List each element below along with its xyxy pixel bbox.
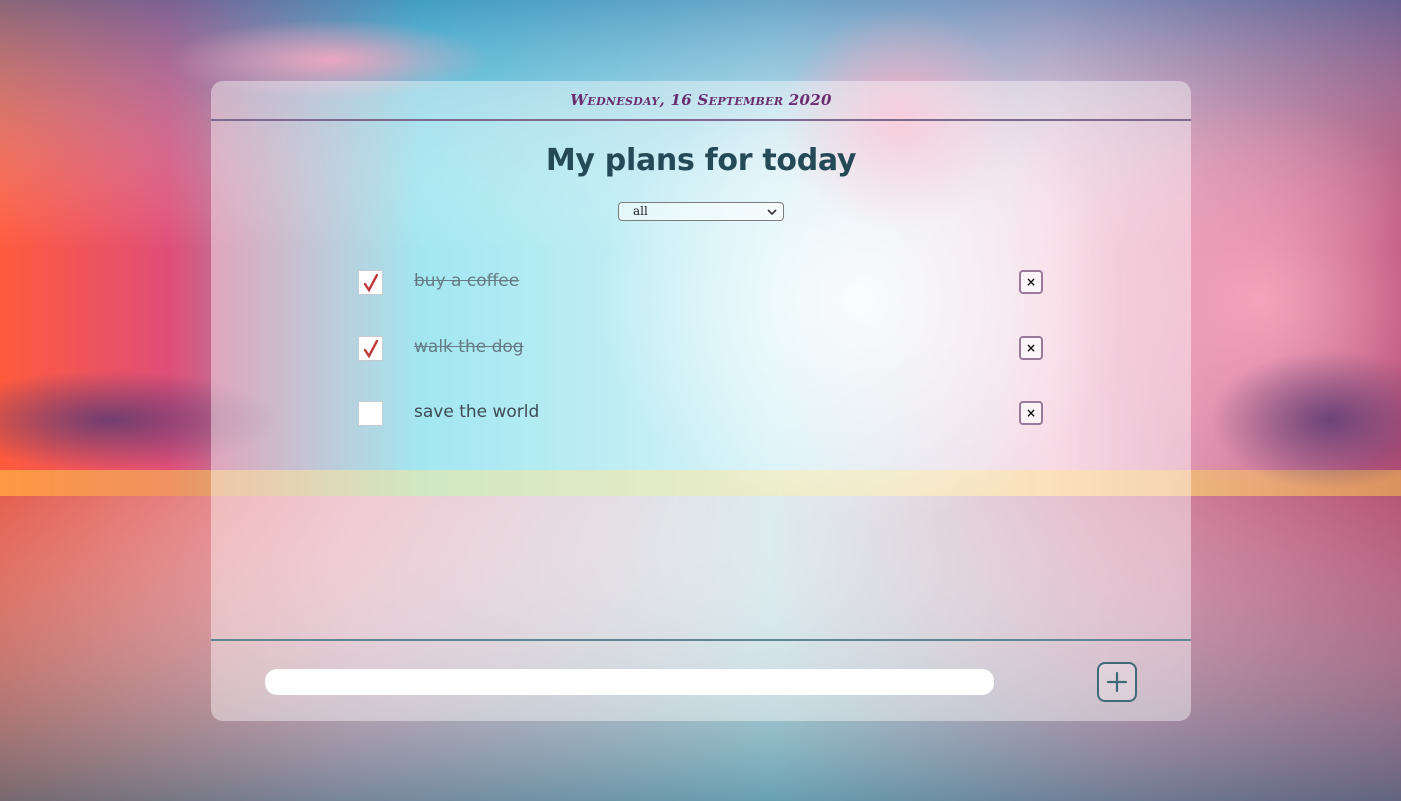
task-checkbox[interactable] xyxy=(358,270,383,295)
date-header: Wednesday, 16 September 2020 xyxy=(211,81,1191,121)
task-label: save the world xyxy=(414,402,540,422)
task-item: walk the dog × xyxy=(358,336,1048,362)
filter-select[interactable]: all xyxy=(618,202,784,221)
page-title: My plans for today xyxy=(545,143,857,178)
delete-task-button[interactable]: × xyxy=(1019,270,1043,294)
task-item: buy a coffee × xyxy=(358,270,1048,296)
plus-icon xyxy=(1106,671,1128,693)
task-label: buy a coffee xyxy=(414,271,520,291)
delete-task-button[interactable]: × xyxy=(1019,336,1043,360)
delete-task-button[interactable]: × xyxy=(1019,401,1043,425)
new-task-input[interactable] xyxy=(265,669,994,695)
task-label: walk the dog xyxy=(414,337,524,357)
add-task-button[interactable] xyxy=(1097,662,1137,702)
task-checkbox[interactable] xyxy=(358,401,383,426)
check-icon xyxy=(363,339,379,359)
filter-selected-value: all xyxy=(633,204,648,218)
task-checkbox[interactable] xyxy=(358,336,383,361)
current-date: Wednesday, 16 September 2020 xyxy=(570,91,832,109)
chevron-down-icon xyxy=(767,209,777,216)
footer-divider xyxy=(211,639,1191,641)
check-icon xyxy=(363,273,379,293)
todo-card: Wednesday, 16 September 2020 My plans fo… xyxy=(211,81,1191,721)
task-item: save the world × xyxy=(358,401,1048,427)
